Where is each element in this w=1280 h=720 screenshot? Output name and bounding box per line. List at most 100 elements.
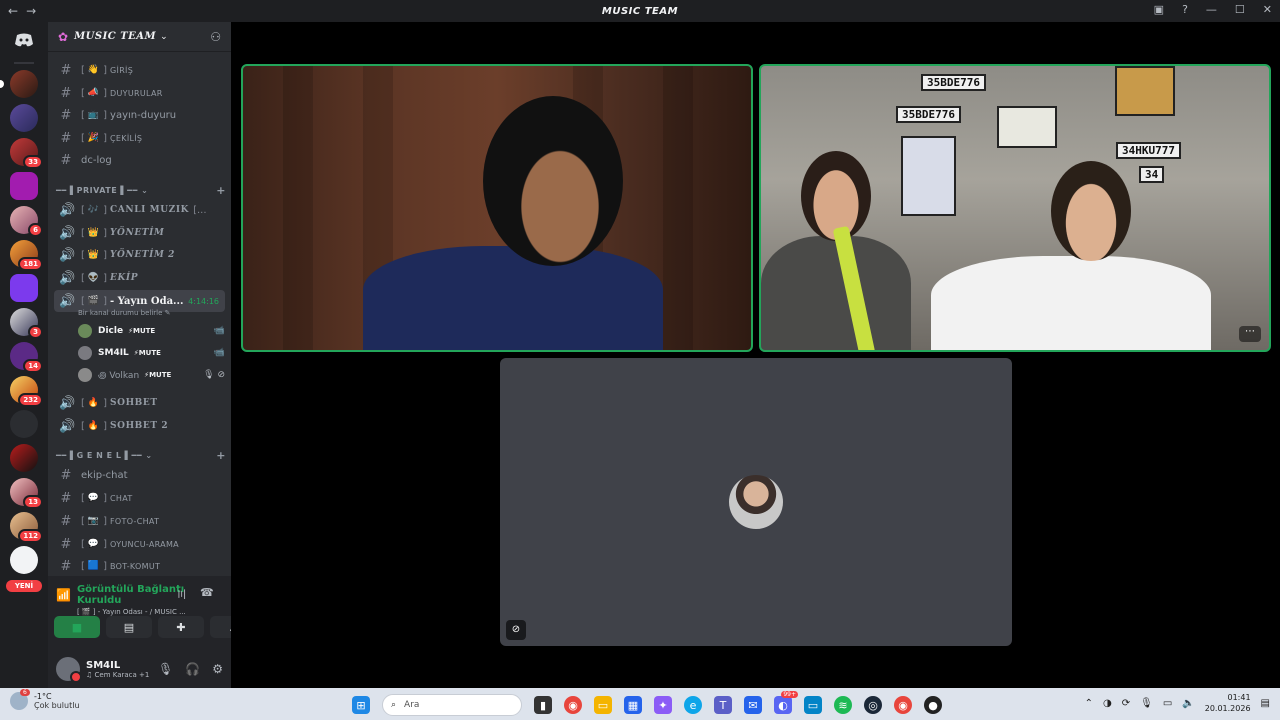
hash-icon: # bbox=[60, 536, 72, 552]
server-icon[interactable] bbox=[10, 172, 38, 200]
noise-suppression-icon[interactable]: 〣 bbox=[176, 586, 187, 602]
disconnect-icon[interactable]: ☎ bbox=[200, 586, 214, 599]
voice-sohbet-2[interactable]: 🔊[🔥] SOHBET 2 bbox=[54, 416, 225, 436]
server-icon[interactable] bbox=[10, 546, 38, 574]
minimize-icon[interactable]: — bbox=[1206, 3, 1217, 16]
add-channel-icon[interactable]: + bbox=[216, 449, 226, 462]
server-icon[interactable]: 181 bbox=[10, 240, 43, 271]
edge-icon[interactable]: e bbox=[684, 696, 702, 714]
guild-header[interactable]: ✿ MUSIC TEAM ⌄ ⚇ bbox=[48, 22, 231, 52]
hash-icon: # bbox=[60, 513, 72, 529]
server-icon[interactable]: 14 bbox=[10, 342, 43, 373]
channel-bot-komut[interactable]: #[🟦] BOT-KOMUT bbox=[54, 556, 225, 574]
server-icon[interactable] bbox=[10, 274, 38, 302]
tray-overflow-icon[interactable]: ⌃ bbox=[1085, 698, 1093, 709]
weather-widget[interactable]: 6 -1°C Çok bulutlu bbox=[10, 689, 80, 710]
microphone-icon[interactable]: 🎙 bbox=[158, 662, 173, 676]
voice-user-volkan[interactable]: ꩜ Volkan ⚡MUTE 🎙 ⊘ bbox=[78, 366, 225, 384]
voice-ekip[interactable]: 🔊[👽] EKİP bbox=[54, 268, 225, 288]
avatar[interactable] bbox=[56, 657, 82, 683]
voice-user-dicle[interactable]: Dicle ⚡MUTE 📹 bbox=[78, 322, 225, 340]
category-genel[interactable]: ━━ ▌ G E N E L ▐ ━━ ⌄ + bbox=[56, 448, 226, 462]
store-icon[interactable]: ▦ bbox=[624, 696, 642, 714]
connection-location[interactable]: [ 🎬 ] - Yayın Odası - / MUSIC ... bbox=[77, 608, 223, 616]
channel-giris[interactable]: #[👋] GİRİŞ bbox=[54, 60, 225, 80]
invite-people-icon[interactable]: ⚇ bbox=[210, 30, 221, 44]
volume-icon[interactable]: 🔈 bbox=[1182, 698, 1194, 709]
video-tile-2[interactable]: 35BDE776 35BDE776 34HKU777 34 ⋯ bbox=[759, 64, 1271, 352]
notifications-icon[interactable]: ▤ bbox=[1261, 698, 1270, 709]
outlook-icon[interactable]: ✉ bbox=[744, 696, 762, 714]
spotify-icon[interactable]: ≋ bbox=[834, 696, 852, 714]
network-icon[interactable]: ▭ bbox=[1163, 698, 1172, 709]
channel-yayin-duyuru[interactable]: #[📺] yayın-duyuru bbox=[54, 105, 225, 125]
windows-start-icon[interactable]: ⊞ bbox=[352, 696, 370, 714]
user-name[interactable]: SM4IL bbox=[86, 660, 149, 671]
channel-foto-chat[interactable]: #[📷] FOTO-CHAT bbox=[54, 511, 225, 531]
channel-chat[interactable]: #[💬] CHAT bbox=[54, 488, 225, 508]
help-icon[interactable]: ? bbox=[1182, 3, 1188, 16]
server-icon[interactable] bbox=[10, 444, 38, 472]
server-icon[interactable] bbox=[10, 104, 38, 132]
task-view-icon[interactable]: ▮ bbox=[534, 696, 552, 714]
obs-icon[interactable]: ● bbox=[924, 696, 942, 714]
voice-canli-muzik[interactable]: 🔊[🎶] CANLI MUZIK [... bbox=[54, 200, 225, 220]
server-icon[interactable]: 33 bbox=[10, 138, 43, 169]
server-icon[interactable] bbox=[0, 70, 38, 98]
discord-home-icon[interactable] bbox=[10, 26, 38, 54]
close-icon[interactable]: ✕ bbox=[1263, 3, 1272, 16]
voice-sohbet[interactable]: 🔊[🔥] SOHBET bbox=[54, 393, 225, 413]
channel-cekilis[interactable]: #[🎉] ÇEKİLİŞ bbox=[54, 128, 225, 148]
server-icon[interactable]: 3 bbox=[10, 308, 43, 339]
voice-user-sm4il[interactable]: SM4IL ⚡MUTE 📹 bbox=[78, 344, 225, 362]
tray-app-icon[interactable]: ◑ bbox=[1103, 698, 1112, 709]
remote-desktop-icon[interactable]: ▭ bbox=[804, 696, 822, 714]
channel-ekip-chat[interactable]: # ekip-chat bbox=[54, 465, 225, 485]
chrome-profile-icon[interactable]: ◉ bbox=[894, 696, 912, 714]
category-private[interactable]: ━━ ▌ PRIVATE ▐ ━━ ⌄ + bbox=[56, 183, 226, 197]
inbox-icon[interactable]: ▣ bbox=[1154, 3, 1164, 16]
signal-strength-icon[interactable]: 📶 bbox=[56, 588, 71, 616]
server-badge: 13 bbox=[23, 495, 43, 509]
screen-share-button[interactable]: ▤ bbox=[106, 616, 152, 638]
microphone-icon[interactable]: 🎙 bbox=[1140, 698, 1153, 709]
chrome-icon[interactable]: ◉ bbox=[564, 696, 582, 714]
clock[interactable]: 01:41 20.01.2026 bbox=[1205, 692, 1251, 714]
more-options-icon[interactable]: ⋯ bbox=[1239, 326, 1261, 342]
sync-icon[interactable]: ⟳ bbox=[1122, 698, 1130, 709]
video-tile-1[interactable] bbox=[241, 64, 753, 352]
teams-icon[interactable]: T bbox=[714, 696, 732, 714]
discord-taskbar-icon[interactable]: ◐ 99+ bbox=[774, 691, 798, 714]
channel-emoji: 🟦 bbox=[87, 561, 100, 571]
screen-share-icon: ▤ bbox=[123, 620, 135, 634]
settings-gear-icon[interactable]: ⚙ bbox=[212, 662, 223, 676]
video-tile-3-camera-off[interactable]: ⊘ bbox=[500, 358, 1012, 646]
server-icon[interactable]: 112 bbox=[10, 512, 43, 543]
channel-duyurular[interactable]: #[📣] DUYURULAR bbox=[54, 83, 225, 103]
file-explorer-icon[interactable]: ▭ bbox=[594, 696, 612, 714]
channel-status-prompt[interactable]: Bir kanal durumu belirle ✎ bbox=[78, 309, 171, 317]
server-icon[interactable]: 13 bbox=[10, 478, 43, 509]
activities-button[interactable]: ✚ bbox=[158, 616, 204, 638]
channel-dc-log[interactable]: # dc-log bbox=[54, 150, 225, 170]
camera-button[interactable]: ■ bbox=[54, 616, 100, 638]
server-icon[interactable]: 6 bbox=[10, 206, 43, 237]
new-badge[interactable]: YENİ bbox=[6, 580, 42, 592]
server-icon[interactable] bbox=[10, 410, 38, 438]
steam-icon[interactable]: ◎ bbox=[864, 696, 882, 714]
hash-icon: # bbox=[60, 152, 72, 168]
voice-yonetim-2[interactable]: 🔊[👑] YÖNETİM 2 bbox=[54, 245, 225, 265]
server-icon[interactable]: 232 bbox=[10, 376, 43, 407]
taskbar-search[interactable]: ⌕ Ara bbox=[382, 694, 522, 716]
user-tag: ⚡MUTE bbox=[144, 371, 172, 379]
channel-name: DUYURULAR bbox=[110, 88, 163, 98]
person-body bbox=[761, 236, 911, 350]
voice-yonetim[interactable]: 🔊[👑] YÖNETİM bbox=[54, 223, 225, 243]
channel-oyuncu-arama[interactable]: #[💬] OYUNCU-ARAMA bbox=[54, 534, 225, 554]
channel-name: GİRİŞ bbox=[110, 65, 134, 75]
search-placeholder: Ara bbox=[404, 700, 420, 710]
copilot-icon[interactable]: ✦ bbox=[654, 696, 672, 714]
headphones-icon[interactable]: 🎧 bbox=[185, 662, 200, 676]
maximize-icon[interactable]: ☐ bbox=[1235, 3, 1245, 16]
add-channel-icon[interactable]: + bbox=[216, 184, 226, 197]
